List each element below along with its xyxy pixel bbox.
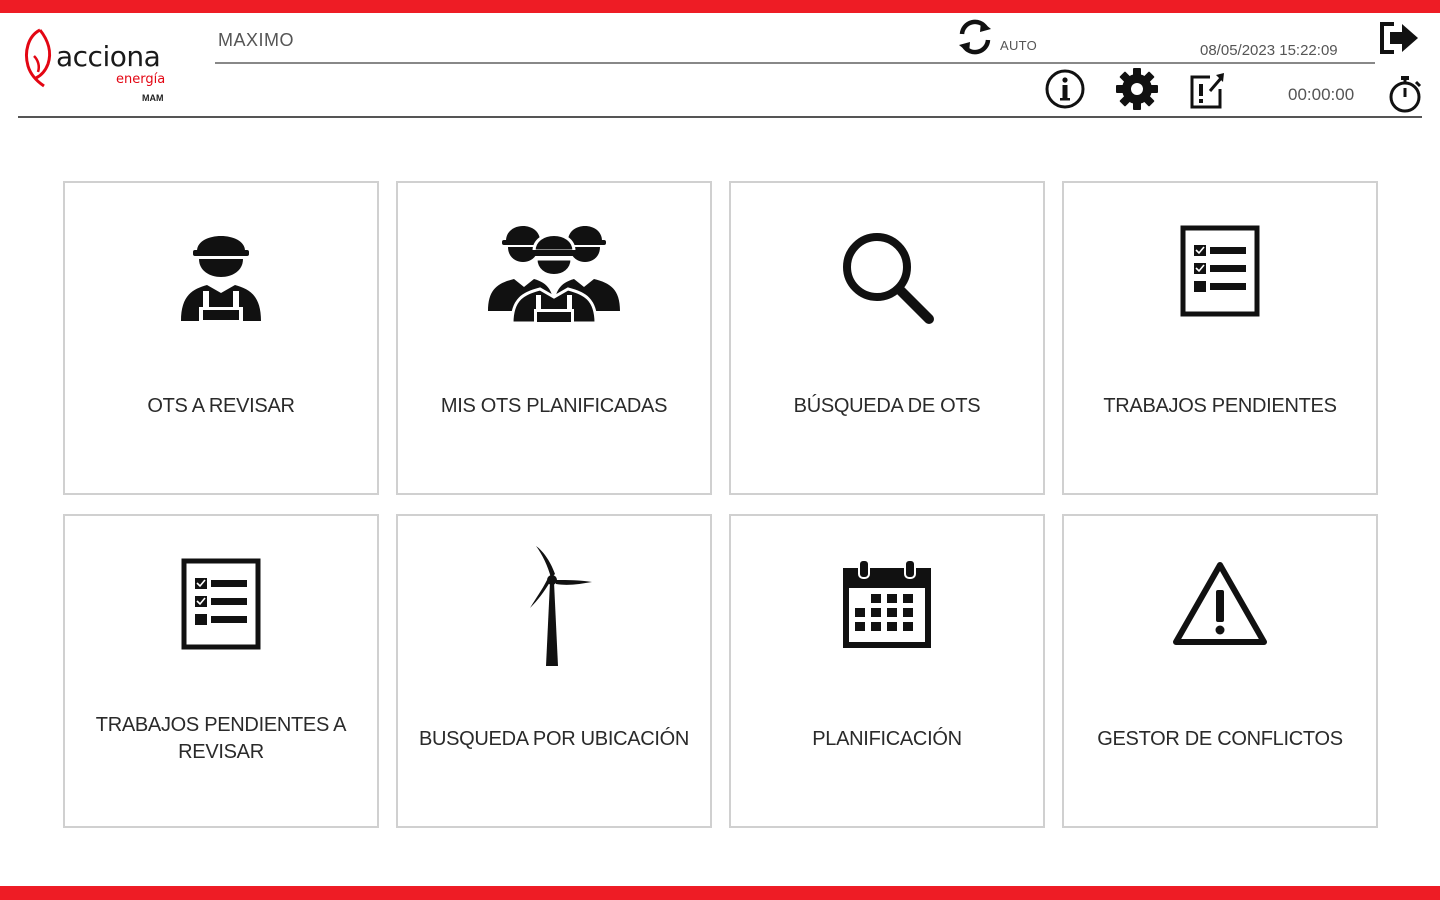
tile-label: MIS OTS PLANIFICADAS <box>440 395 668 417</box>
sync-mode-label: AUTO <box>1000 38 1038 53</box>
acciona-logo: acciona energía MAM <box>22 26 172 108</box>
tile-busqueda-de-ots[interactable]: BÚSQUEDA DE OTS <box>729 181 1045 495</box>
tile-label: GESTOR DE CONFLICTOS <box>1097 728 1343 750</box>
tile-busqueda-por-ubicacion[interactable]: BUSQUEDA POR UBICACIÓN <box>396 514 712 828</box>
tile-ots-a-revisar[interactable]: OTS A REVISAR <box>63 181 379 495</box>
current-datetime: 08/05/2023 15:22:09 <box>1200 42 1338 59</box>
checklist-icon <box>1180 225 1260 317</box>
tile-gestor-de-conflictos[interactable]: GESTOR DE CONFLICTOS <box>1062 514 1378 828</box>
header-divider-lower <box>18 116 1422 118</box>
tile-label: BÚSQUEDA DE OTS <box>793 395 981 417</box>
tile-trabajos-pendientes[interactable]: TRABAJOS PENDIENTES <box>1062 181 1378 495</box>
export-icon <box>1190 73 1224 109</box>
tile-label: BUSQUEDA POR UBICACIÓN <box>418 728 690 750</box>
tile-label: TRABAJOS PENDIENTES <box>1103 395 1337 417</box>
stopwatch-button[interactable] <box>1386 74 1424 114</box>
session-timer: 00:00:00 <box>1288 85 1355 104</box>
tile-planificacion[interactable]: PLANIFICACIÓN <box>729 514 1045 828</box>
header-divider-upper <box>215 62 1375 64</box>
checklist-icon-wrap <box>65 558 377 650</box>
logout-icon <box>1380 22 1418 54</box>
user-name: MAXIMO <box>218 30 295 50</box>
brand-tiny: MAM <box>142 93 164 103</box>
checklist-icon-wrap <box>1064 225 1376 317</box>
bottom-accent-bar <box>0 886 1440 900</box>
tile-label: PLANIFICACIÓN <box>812 728 962 750</box>
info-button[interactable] <box>1044 68 1086 110</box>
top-accent-bar <box>0 0 1440 13</box>
calendar-icon <box>843 559 931 648</box>
tile-label: TRABAJOS PENDIENTES A REVISAR <box>65 712 377 766</box>
wind-turbine-icon <box>530 546 592 666</box>
search-icon <box>843 233 934 324</box>
warning-icon-wrap <box>1064 560 1376 648</box>
workers-group-icon <box>488 226 620 325</box>
wind-turbine-icon-wrap <box>398 542 710 668</box>
warning-icon <box>1173 562 1267 645</box>
workers-group-icon-wrap <box>398 215 710 327</box>
tile-label-line1: TRABAJOS PENDIENTES A <box>95 714 347 736</box>
worker-icon-wrap <box>65 223 377 327</box>
search-icon-wrap <box>731 227 1043 327</box>
logout-button[interactable] <box>1378 20 1420 56</box>
gear-icon <box>1116 68 1158 110</box>
stopwatch-icon <box>1389 76 1422 113</box>
tile-label: OTS A REVISAR <box>147 395 295 417</box>
brand-sub: energía <box>116 72 166 87</box>
export-button[interactable] <box>1188 71 1228 111</box>
tile-mis-ots-planificadas[interactable]: MIS OTS PLANIFICADAS <box>396 181 712 495</box>
calendar-icon-wrap <box>731 558 1043 650</box>
worker-icon <box>181 236 261 321</box>
settings-button[interactable] <box>1115 67 1159 111</box>
sync-icon <box>959 19 991 55</box>
tile-trabajos-pendientes-a-revisar[interactable]: TRABAJOS PENDIENTES A REVISAR <box>63 514 379 828</box>
checklist-icon <box>181 558 261 650</box>
info-icon <box>1045 69 1085 109</box>
brand-name: acciona <box>56 40 161 73</box>
tile-label-line2: REVISAR <box>178 741 264 763</box>
sync-button[interactable] <box>955 17 995 57</box>
